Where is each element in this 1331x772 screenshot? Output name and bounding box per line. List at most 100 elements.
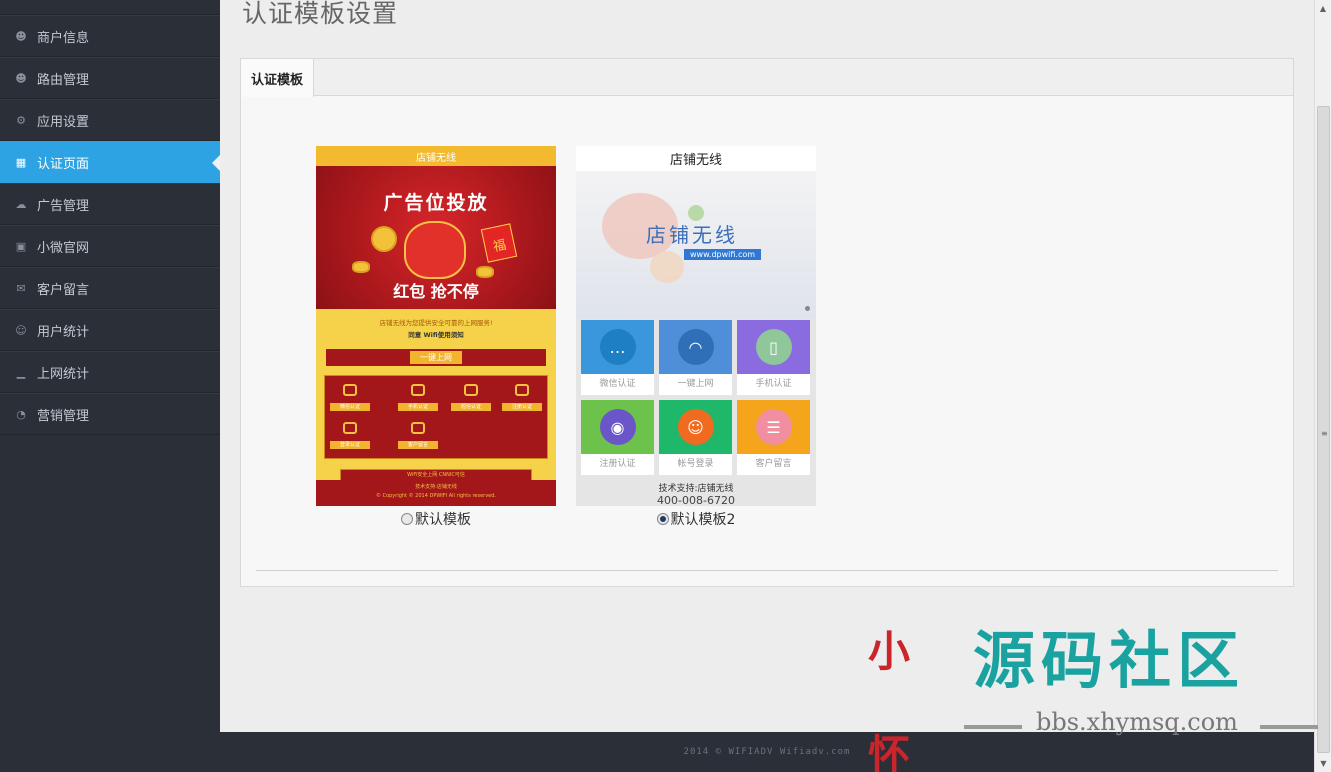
envelope-icon: ✉ [16,281,26,295]
preview-support: 技术支持:店铺无线 [415,484,457,490]
preview-header: 店铺无线 [576,146,816,171]
coin-icon [352,261,370,273]
tile-label: 帐号登录 [677,459,714,469]
users-icon: ☻ [15,71,27,85]
template-option-default-2[interactable]: 默认模板2 [576,509,816,529]
coin-icon [476,266,494,278]
tile-label: 注册认证 [599,459,636,469]
preview-tile: ☺ 帐号登录 [659,400,732,475]
preview-auth-cell: 客户留言 [398,422,438,449]
preview-auth-cell: 微信认证 [330,384,370,411]
banner-title: 广告位投放 [383,192,489,214]
eye-icon: ◉ [599,409,636,445]
auth-method-icon [343,422,357,434]
sidebar-item-1[interactable]: ☻ 路由管理 [0,57,220,99]
template-panel: 认证模板 店铺无线 广告位投放 福 红包 抢不停 店铺无线为您提供安全可靠的上网… [240,58,1294,587]
preview-copyright: © Copyright © 2014 DPWIFI All rights res… [375,493,497,499]
preview-banner: 广告位投放 福 红包 抢不停 [316,166,556,309]
scroll-thumb[interactable]: ≡ [1317,106,1330,753]
tile-label: 客户留言 [755,459,792,469]
preview-phone: 400-008-6720 [657,494,735,506]
tile-label: 微信认证 [599,379,636,389]
banner-subtitle: 红包 抢不停 [393,282,479,301]
main-content: 认证模板设置 认证模板 店铺无线 广告位投放 福 红包 抢不停 店铺无线为您提供… [220,0,1314,732]
preview-tile: ◠ 一键上网 [659,320,732,395]
template-radio-default[interactable] [401,513,413,525]
grid-icon: ▣ [15,239,27,253]
auth-method-label: 注册认证 [502,403,542,411]
preview-auth-grid: 微信认证 手机认证 短信认证 注册认证 登录认证 客户留言 [324,375,548,459]
envelope-char: 福 [491,237,508,256]
dashboard-icon: ◔ [16,407,26,421]
page-scrollbar[interactable]: ▲ ≡ ▼ [1314,0,1331,772]
sidebar-top-strip [0,0,220,15]
preview-tile: … 微信认证 [581,320,654,395]
template-radio-default-2[interactable] [656,513,669,525]
sidebar-item-label: 用户统计 [37,324,90,340]
sidebar-item-label: 客户留言 [37,282,90,298]
tile-color-block: ◠ [659,320,732,374]
preview-footer: 技术支持:店铺无线 © Copyright © 2014 DPWIFI All … [316,480,556,506]
sidebar-item-9[interactable]: ◔ 营销管理 [0,393,220,435]
wechat-icon: … [599,329,636,365]
sidebar-item-label: 上网统计 [37,366,90,382]
tab-auth-template[interactable]: 认证模板 [241,59,314,97]
scroll-down-icon[interactable]: ▼ [1315,755,1331,772]
sidebar-menu: ☻ 商户信息 ☻ 路由管理 ⚙ 应用设置 ▦ 认证页面 ☁ 广告管理 ▣ 小微官网 ✉ 客户留言 ☺ 用户统计… [0,15,220,435]
template-card-default[interactable]: 店铺无线 广告位投放 福 红包 抢不停 店铺无线为您提供安全可靠的上网服务! 同… [316,146,556,529]
sidebar-item-2[interactable]: ⚙ 应用设置 [0,99,220,141]
signal-icon: ▁ [16,365,26,379]
template-card-default-2[interactable]: 店铺无线 店铺无线 www.dpwifi.com … 微信认证 ◠ 一键上网 ▯ 手机认证… [576,146,816,529]
cloud-icon: ☁ [15,197,27,211]
auth-method-label: 手机认证 [398,403,438,411]
auth-method-label: 客户留言 [398,441,438,449]
auth-method-icon [411,384,425,396]
sidebar-item-label: 应用设置 [37,114,90,130]
account-icon: ☺ [677,409,714,445]
note-icon: ☰ [755,409,792,445]
tile-color-block: … [581,320,654,374]
red-envelope-icon: 福 [480,223,518,263]
auth-method-icon [411,422,425,434]
preview-auth-cell: 短信认证 [451,384,491,411]
table-icon: ▦ [15,155,27,169]
auth-method-label: 微信认证 [330,403,370,411]
agree-text: 同意 Wifi使用须知 [408,331,464,339]
scroll-up-icon[interactable]: ▲ [1315,0,1331,17]
sidebar-item-4[interactable]: ☁ 广告管理 [0,183,220,225]
preview-connect-bar: 一键上网 [326,349,546,366]
sidebar-item-label: 商户信息 [37,30,90,46]
template-preview-default[interactable]: 店铺无线 广告位投放 福 红包 抢不停 店铺无线为您提供安全可靠的上网服务! 同… [316,146,556,506]
preview-url: www.dpwifi.com [684,249,762,260]
sidebar-item-0[interactable]: ☻ 商户信息 [0,15,220,57]
preview-tile: ◉ 注册认证 [581,400,654,475]
auth-method-icon [343,384,357,396]
sidebar-item-label: 广告管理 [37,198,90,214]
preview-brand: 店铺无线 [646,223,738,247]
auth-method-icon [515,384,529,396]
notice-text: 店铺无线为您提供安全可靠的上网服务! [379,319,493,327]
sidebar-item-label: 营销管理 [37,408,90,424]
user-icon: ☺ [15,323,27,337]
panel-divider [256,570,1278,571]
template-option-default[interactable]: 默认模板 [316,509,556,529]
users-icon: ☻ [15,29,27,43]
sidebar-item-5[interactable]: ▣ 小微官网 [0,225,220,267]
sidebar-item-3[interactable]: ▦ 认证页面 [0,141,220,183]
preview-notice: 店铺无线为您提供安全可靠的上网服务! 同意 Wifi使用须知 [316,317,556,341]
template-preview-default-2[interactable]: 店铺无线 店铺无线 www.dpwifi.com … 微信认证 ◠ 一键上网 ▯ 手机认证… [576,146,816,506]
sidebar-item-6[interactable]: ✉ 客户留言 [0,267,220,309]
preview-header: 店铺无线 [316,146,556,166]
grip-icon: ≡ [1321,429,1328,438]
carousel-dot [805,306,810,311]
money-bag-icon [404,221,466,279]
page-title: 认证模板设置 [242,0,399,28]
preview-support: 技术支持:店铺无线 [658,484,734,494]
template-option-label: 默认模板 [415,512,471,528]
sidebar-item-8[interactable]: ▁ 上网统计 [0,351,220,393]
template-option-label: 默认模板2 [670,512,736,528]
banner-bubble [650,251,684,283]
tile-color-block: ◉ [581,400,654,454]
sidebar-item-7[interactable]: ☺ 用户统计 [0,309,220,351]
sidebar-item-label: 认证页面 [37,156,90,172]
